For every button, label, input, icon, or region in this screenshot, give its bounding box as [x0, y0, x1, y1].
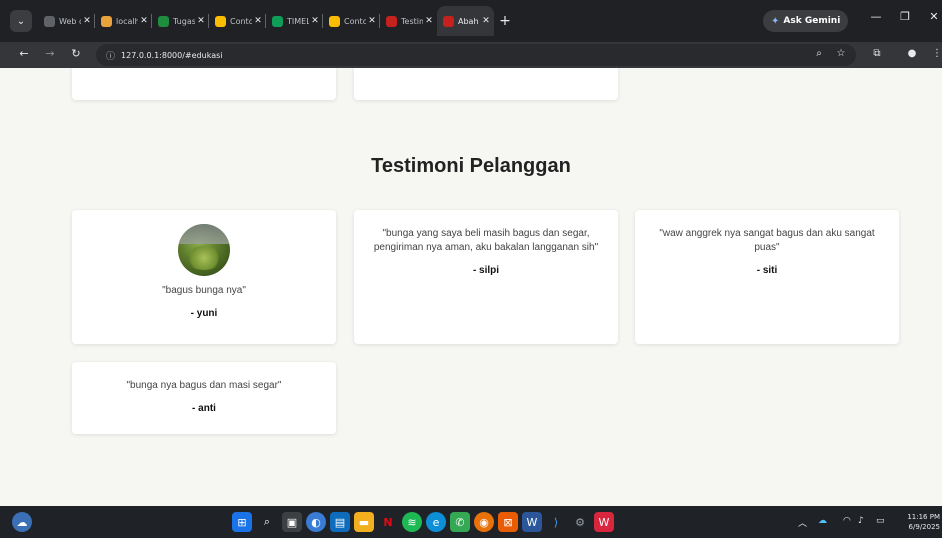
laravel-icon — [386, 15, 397, 27]
window-close-icon[interactable]: ✕ — [924, 10, 942, 23]
testimonial-author: - silpi — [472, 265, 500, 276]
ask-gemini-button[interactable]: ✦ Ask Gemini — [763, 10, 849, 32]
gemini-sparkle-icon: ✦ — [771, 15, 780, 27]
customer-photo — [178, 224, 230, 276]
xampp-icon — [101, 15, 112, 27]
restore-icon[interactable]: ❐ — [895, 10, 915, 23]
close-icon[interactable]: ✕ — [423, 16, 435, 26]
close-icon[interactable]: ✕ — [366, 16, 378, 26]
volume-icon[interactable]: ♪ — [858, 516, 864, 526]
spotify-icon[interactable]: ≋ — [402, 512, 422, 532]
extensions-icon[interactable]: ⧉ — [870, 48, 884, 59]
weather-icon[interactable]: ☁ — [12, 512, 32, 532]
previous-section-card — [72, 68, 336, 100]
tab-web-de[interactable]: Web de✕ — [38, 6, 95, 36]
settings-gear-icon[interactable]: ⚙ — [570, 512, 590, 532]
tab-contoh-2[interactable]: Contoh✕ — [323, 6, 380, 36]
drive-icon — [215, 15, 226, 27]
tab-localhost[interactable]: localho✕ — [95, 6, 152, 36]
chrome-icon[interactable]: ◉ — [474, 512, 494, 532]
section-title: Testimoni Pelanggan — [371, 155, 571, 177]
tab-search-chevron-icon[interactable]: ⌄ — [10, 10, 32, 32]
netflix-icon[interactable]: N — [378, 512, 398, 532]
reload-icon[interactable]: ↻ — [68, 47, 84, 60]
url-text[interactable]: 127.0.0.1:8000/#edukasi — [121, 51, 222, 60]
minimize-icon[interactable]: — — [866, 10, 886, 23]
bookmark-star-icon[interactable]: ☆ — [834, 48, 848, 59]
edge-icon[interactable]: e — [426, 512, 446, 532]
file-explorer-icon[interactable]: ▬ — [354, 512, 374, 532]
windows-taskbar: ☁ ⊞ ⌕ ▣ ◐ ▤ ▬ N ≋ e ✆ ◉ ⊠ W ⟩ ⚙ W ︿ ☁ ◠ … — [0, 506, 942, 538]
forward-arrow-icon[interactable]: → — [42, 47, 58, 60]
sheets-icon — [158, 15, 169, 27]
xampp-app-icon[interactable]: ⊠ — [498, 512, 518, 532]
testimonial-card: "bagus bunga nya" - yuni — [72, 210, 336, 344]
tab-contoh-1[interactable]: Contoh✕ — [209, 6, 266, 36]
tab-tugas[interactable]: Tugas ✕ — [152, 6, 209, 36]
testimonial-card: "waw anggrek nya sangat bagus dan aku sa… — [635, 210, 899, 344]
wps-icon[interactable]: W — [594, 512, 614, 532]
testimonial-quote: "bagus bunga nya" — [162, 285, 246, 296]
store-icon[interactable]: ▤ — [330, 512, 350, 532]
tab-testimoni[interactable]: Testimo✕ — [380, 6, 437, 36]
close-icon[interactable]: ✕ — [195, 16, 207, 26]
site-info-icon[interactable]: ⓘ — [106, 49, 115, 62]
wifi-icon[interactable]: ◠ — [843, 516, 851, 526]
testimonial-author: - siti — [756, 265, 778, 276]
testimonial-card: "bunga yang saya beli masih bagus dan se… — [354, 210, 618, 344]
battery-icon[interactable]: ▭ — [876, 516, 885, 526]
onedrive-icon[interactable]: ☁ — [818, 516, 827, 526]
kebab-menu-icon[interactable]: ⋮ — [930, 48, 942, 59]
profile-avatar-icon[interactable]: ● — [905, 48, 919, 59]
previous-section-card — [354, 68, 618, 100]
tab-list: Web de✕ localho✕ Tugas✕ Contoh✕ TIMELI✕ … — [38, 6, 516, 36]
close-icon[interactable]: ✕ — [138, 16, 150, 26]
system-clock[interactable]: 11:16 PM 6/9/2025 — [907, 512, 940, 532]
browser-tab-strip: ⌄ Web de✕ localho✕ Tugas✕ Contoh✕ TIMELI… — [0, 0, 942, 42]
tab-abah-active[interactable]: Abah C✕ — [437, 6, 494, 36]
new-tab-button[interactable]: + — [494, 6, 516, 36]
address-bar[interactable]: ⓘ 127.0.0.1:8000/#edukasi — [96, 44, 856, 66]
web-page: Testimoni Pelanggan "bagus bunga nya" - … — [0, 68, 942, 506]
word-icon[interactable]: W — [522, 512, 542, 532]
testimonial-card: "bunga nya bagus dan masi segar" - anti — [72, 362, 336, 434]
drive-icon — [329, 15, 340, 27]
testimonial-author: - yuni — [190, 308, 218, 319]
search-icon[interactable]: ⌕ — [257, 512, 277, 532]
widgets-icon[interactable]: ◐ — [306, 512, 326, 532]
testimonial-quote: "bunga yang saya beli masih bagus dan se… — [373, 228, 599, 253]
close-icon[interactable]: ✕ — [252, 16, 264, 26]
tab-timeline[interactable]: TIMELI✕ — [266, 6, 323, 36]
vscode-icon[interactable]: ⟩ — [546, 512, 566, 532]
close-icon[interactable]: ✕ — [309, 16, 321, 26]
zoom-icon[interactable]: ⌕ — [812, 48, 826, 59]
close-icon[interactable]: ✕ — [480, 16, 492, 26]
testimonial-quote: "bunga nya bagus dan masi segar" — [126, 380, 282, 391]
tray-chevron-icon[interactable]: ︿ — [798, 516, 807, 529]
windows-start-icon[interactable]: ⊞ — [232, 512, 252, 532]
testimonial-quote: "waw anggrek nya sangat bagus dan aku sa… — [659, 228, 875, 253]
laravel-icon — [443, 15, 454, 27]
sheets-icon — [272, 15, 283, 27]
back-arrow-icon[interactable]: ← — [16, 47, 32, 60]
task-view-icon[interactable]: ▣ — [282, 512, 302, 532]
whatsapp-icon[interactable]: ✆ — [450, 512, 470, 532]
close-icon[interactable]: ✕ — [81, 16, 93, 26]
testimonial-author: - anti — [192, 403, 216, 414]
browser-toolbar: ← → ↻ ⓘ 127.0.0.1:8000/#edukasi ⌕ ☆ ⧉ ● … — [0, 42, 942, 68]
globe-icon — [44, 15, 55, 27]
